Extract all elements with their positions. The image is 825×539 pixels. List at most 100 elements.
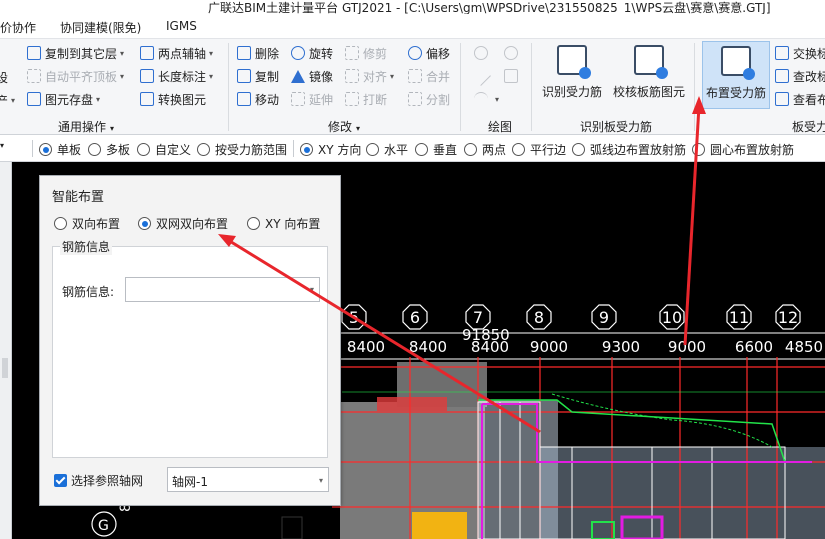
copy-to-other-layer-button[interactable]: 复制到其它层 ▾	[27, 43, 124, 63]
draw-arc-button[interactable]: ▾	[474, 89, 499, 109]
view-icon	[775, 92, 789, 106]
dropdown-caret-icon[interactable]: ▾	[310, 285, 314, 294]
delete-icon	[237, 46, 251, 60]
radio-icon	[464, 143, 477, 156]
align-top-icon	[27, 69, 41, 83]
radio-custom[interactable]: 自定义	[137, 141, 191, 158]
align-button[interactable]: 对齐 ▾	[345, 66, 394, 86]
auto-align-top-button[interactable]: 自动平齐顶板 ▾	[27, 66, 124, 86]
save-element-icon	[27, 92, 41, 106]
two-point-axis-icon	[140, 46, 154, 60]
radio-icon	[300, 143, 313, 156]
trim-button[interactable]: 修剪	[345, 43, 387, 63]
draw-rect-button[interactable]	[504, 66, 522, 86]
rebar-info-group-label: 钢筋信息	[60, 238, 113, 255]
radio-icon	[137, 143, 150, 156]
radio-icon	[54, 217, 67, 230]
radio-icon	[572, 143, 585, 156]
dropdown-caret-icon[interactable]: ▾	[0, 141, 4, 150]
menu-tab-collab[interactable]: 价协作	[0, 19, 36, 36]
move-icon	[237, 92, 251, 106]
radio-horizontal[interactable]: 水平	[366, 141, 408, 158]
axis-number: 7	[473, 308, 483, 327]
move-button[interactable]: 移动	[237, 89, 279, 109]
offset-button[interactable]: 偏移	[408, 43, 450, 63]
grid-select[interactable]: 轴网-1 ▾	[167, 467, 329, 492]
swap-label-button[interactable]: 交换标	[775, 43, 825, 63]
identify-rebar-icon	[557, 45, 591, 79]
menu-tab-igms[interactable]: IGMS	[166, 19, 197, 33]
dimension-value: 6600	[735, 338, 773, 356]
group-label-modify[interactable]: 修改 ▾	[328, 118, 360, 135]
delete-button[interactable]: 删除	[237, 43, 279, 63]
left-panel-strip[interactable]	[0, 162, 12, 539]
draw-point-button[interactable]	[474, 43, 492, 63]
axis-number: 10	[662, 308, 682, 327]
red-element	[377, 397, 447, 411]
extend-button[interactable]: 延伸	[291, 89, 333, 109]
axis-number: 9	[599, 308, 609, 327]
line-icon	[471, 66, 491, 86]
radio-icon	[88, 143, 101, 156]
convert-element-icon	[140, 92, 154, 106]
radio-icon	[366, 143, 379, 156]
rebar-info-input[interactable]: ▾	[125, 277, 320, 302]
group-label-draw: 绘图	[488, 120, 513, 134]
menu-tab-co-modeling[interactable]: 协同建模(限免)	[60, 19, 141, 36]
save-element-button[interactable]: 图元存盘 ▾	[27, 89, 100, 109]
length-dimension-button[interactable]: 长度标注 ▾	[140, 66, 213, 86]
query-label-button[interactable]: 查改标	[775, 66, 825, 86]
ribbon-partial-1[interactable]: 设	[0, 67, 8, 87]
radio-icon	[39, 143, 52, 156]
radio-xy-direction[interactable]: XY 方向	[300, 141, 361, 158]
option-toolbar: ▾ 单板 多板 自定义 按受力筋范围 XY 方向 水平 垂直 两点 平行边 弧线…	[0, 135, 825, 162]
dimension-texts: 8400 8400 8400 9000 9300 9000 6600 4850	[347, 338, 823, 356]
extend-icon	[291, 92, 305, 106]
copy-icon	[237, 69, 251, 83]
slab-region	[540, 447, 825, 539]
rectangle-icon	[504, 69, 518, 83]
radio-by-rebar-range[interactable]: 按受力筋范围	[197, 141, 287, 158]
radio-arc-radial[interactable]: 弧线边布置放射筋	[572, 141, 686, 158]
select-reference-grid-checkbox[interactable]: 选择参照轴网	[54, 472, 143, 489]
place-rebar-button[interactable]: 布置受力筋	[702, 41, 770, 109]
length-dimension-icon	[140, 69, 154, 83]
group-label-slab: 板受力	[792, 120, 825, 134]
rotate-icon	[291, 46, 305, 60]
merge-button[interactable]: 合并	[408, 66, 450, 86]
ribbon-partial-2[interactable]: 产 ▾	[0, 90, 15, 110]
radio-single-board[interactable]: 单板	[39, 141, 81, 158]
splitter-handle[interactable]	[2, 358, 8, 378]
mirror-button[interactable]: 镜像	[291, 66, 333, 86]
dropdown-caret-icon[interactable]: ▾	[319, 476, 323, 485]
mode-bidirectional[interactable]: 双向布置	[54, 215, 120, 232]
title-bar: 广联达BIM土建计量平台 GTJ2021 - [C:\Users\gm\WPSD…	[0, 0, 825, 14]
identify-rebar-button[interactable]: 识别受力筋	[538, 41, 606, 109]
radio-icon	[197, 143, 210, 156]
rotate-button[interactable]: 旋转	[291, 43, 333, 63]
convert-element-button[interactable]: 转换图元	[140, 89, 206, 109]
mirror-icon	[291, 69, 305, 83]
split-button[interactable]: 分割	[408, 89, 450, 109]
draw-line-button[interactable]	[471, 66, 492, 86]
axis-number: 11	[729, 308, 749, 327]
radio-vertical[interactable]: 垂直	[415, 141, 457, 158]
radio-center-radial[interactable]: 圆心布置放射筋	[692, 141, 794, 158]
break-button[interactable]: 打断	[345, 89, 387, 109]
radio-icon	[247, 217, 260, 230]
axis-number: 5	[349, 308, 359, 327]
radio-two-points[interactable]: 两点	[464, 141, 506, 158]
two-point-axis-button[interactable]: 两点辅轴 ▾	[140, 43, 213, 63]
view-layout-button[interactable]: 查看布	[775, 89, 825, 109]
radio-parallel-edge[interactable]: 平行边	[512, 141, 566, 158]
copy-button[interactable]: 复制	[237, 66, 279, 86]
mode-double-net-bidirectional[interactable]: 双网双向布置	[138, 215, 228, 232]
axis-bubbles: 5 6 7 8 9 10 11 12	[341, 304, 801, 330]
mode-xy-direction[interactable]: XY 向布置	[247, 215, 320, 232]
place-rebar-icon	[721, 46, 755, 80]
radio-icon	[692, 143, 705, 156]
check-slab-rebar-button[interactable]: 校核板筋图元	[611, 41, 687, 109]
group-label-general[interactable]: 通用操作 ▾	[58, 118, 114, 135]
draw-clock-button[interactable]	[504, 43, 522, 63]
radio-multi-board[interactable]: 多板	[88, 141, 130, 158]
